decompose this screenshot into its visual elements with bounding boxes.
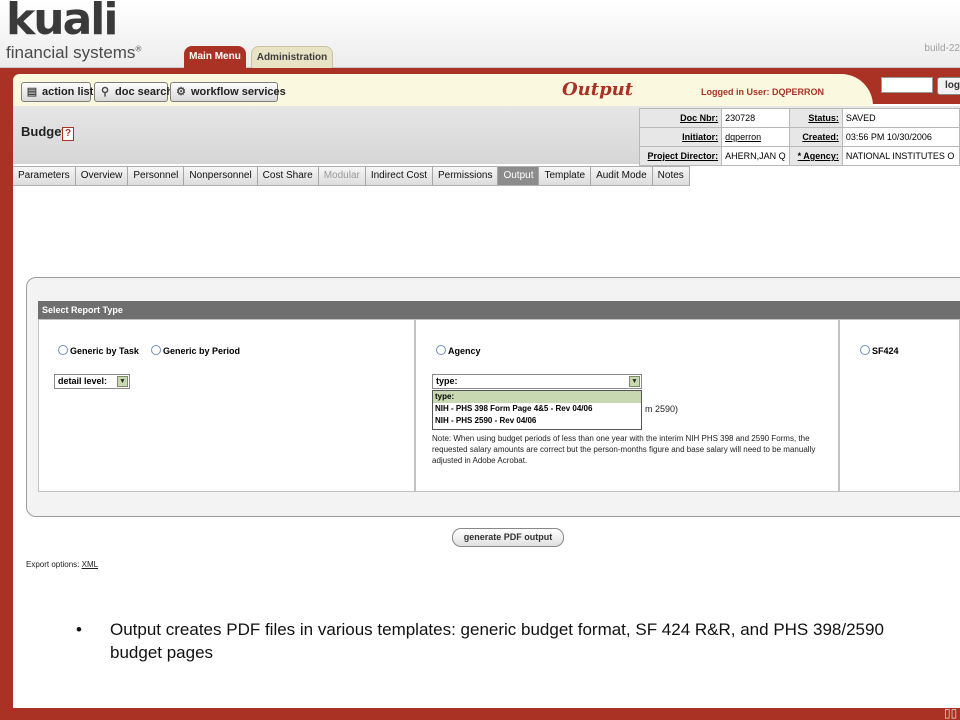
tab-parameters[interactable]: Parameters	[13, 167, 76, 185]
tab-modular: Modular	[318, 167, 366, 185]
tab-cost-share[interactable]: Cost Share	[257, 167, 319, 185]
type-select[interactable]: type: ▼	[432, 374, 642, 389]
doc-search-button[interactable]: ⚲ doc search	[94, 82, 173, 102]
doc-nbr-value: 230728	[721, 108, 790, 128]
sf424-radio-label: SF424	[872, 346, 899, 356]
status-value: SAVED	[841, 108, 960, 128]
build-label: build-22	[924, 43, 960, 54]
action-list-button[interactable]: ▤ action list	[21, 82, 94, 102]
chevron-down-icon: ▼	[629, 376, 640, 387]
doc-search-label: doc search	[115, 86, 174, 98]
brand-bar: kuali financial systems® build-22 Main M…	[0, 0, 960, 68]
tab-nonpersonnel[interactable]: Nonpersonnel	[184, 167, 258, 185]
initiator-value[interactable]: dqperron	[721, 127, 790, 147]
corner-mark: ▯▯	[944, 706, 958, 720]
bullet-icon: •	[76, 620, 82, 639]
radio-circle-icon	[151, 345, 161, 355]
agency-label: * Agency:	[788, 146, 843, 166]
tab-audit-mode[interactable]: Audit Mode	[591, 167, 653, 185]
tab-main-menu[interactable]: Main Menu	[184, 46, 246, 68]
login-input[interactable]	[881, 77, 933, 93]
detail-level-select[interactable]: detail level: ▼	[54, 374, 130, 389]
logged-in-user: Logged in User: DQPERRON	[701, 87, 825, 97]
chevron-down-icon: ▼	[117, 376, 128, 387]
obscured-form-text: m 2590)	[645, 404, 679, 414]
status-label: Status:	[788, 108, 843, 128]
page-title: Output	[562, 79, 634, 100]
login-button[interactable]: logi	[937, 77, 960, 95]
sf424-column	[839, 319, 960, 492]
sf424-radio[interactable]: SF424	[860, 345, 899, 356]
radio-circle-icon	[436, 345, 446, 355]
action-list-label: action list	[42, 86, 94, 98]
workflow-services-button[interactable]: ⚙ workflow services	[170, 82, 286, 102]
generate-pdf-button[interactable]: generate PDF output	[452, 528, 564, 547]
logo-subtitle: financial systems®	[6, 43, 142, 62]
agency-radio-label: Agency	[448, 346, 481, 356]
tab-indirect-cost[interactable]: Indirect Cost	[365, 167, 433, 185]
tab-notes[interactable]: Notes	[652, 167, 690, 185]
gear-icon: ⚙	[176, 86, 186, 98]
type-dropdown-list: type: NIH - PHS 398 Form Page 4&5 - Rev …	[432, 390, 642, 430]
tab-template[interactable]: Template	[539, 167, 592, 185]
type-option[interactable]: NIH - PHS 398 Form Page 4&5 - Rev 04/06	[433, 403, 641, 415]
agency-value: NATIONAL INSTITUTES O	[841, 146, 960, 166]
caption-text: Output creates PDF files in various temp…	[110, 620, 884, 662]
project-director-value: AHERN,JAN Q	[721, 146, 790, 166]
help-icon[interactable]: ?	[62, 127, 74, 141]
left-frame-border	[0, 104, 13, 720]
document-info-table: Doc Nbr: 230728 Status: SAVED Initiator:…	[638, 108, 960, 166]
radio-circle-icon	[58, 345, 68, 355]
export-options-label: Export options:	[26, 560, 80, 569]
workflow-services-label: workflow services	[191, 86, 286, 98]
project-director-label: Project Director:	[638, 146, 723, 166]
type-select-value: type:	[436, 376, 458, 386]
detail-level-value: detail level:	[58, 376, 108, 386]
export-xml-link[interactable]: XML	[82, 560, 98, 569]
tab-administration[interactable]: Administration	[251, 46, 333, 68]
type-option[interactable]: type:	[433, 391, 641, 403]
radio-circle-icon	[860, 345, 870, 355]
tab-permissions[interactable]: Permissions	[432, 167, 499, 185]
created-value: 03:56 PM 10/30/2006	[841, 127, 960, 147]
initiator-label: Initiator:	[638, 127, 723, 147]
created-label: Created:	[788, 127, 843, 147]
generic-by-period-radio[interactable]: Generic by Period	[151, 345, 240, 356]
tab-overview[interactable]: Overview	[75, 167, 129, 185]
caption: • Output creates PDF files in various te…	[76, 618, 936, 664]
kuali-logo: kuali	[6, 0, 118, 45]
agency-note: Note: When using budget periods of less …	[432, 434, 816, 465]
generic-by-task-label: Generic by Task	[70, 346, 139, 356]
generic-by-task-radio[interactable]: Generic by Task	[58, 345, 139, 356]
magnifier-icon: ⚲	[100, 86, 110, 98]
panel-header: Select Report Type	[38, 301, 960, 319]
budget-subtabs: Parameters Overview Personnel Nonpersonn…	[13, 166, 690, 186]
agency-radio[interactable]: Agency	[436, 345, 481, 356]
tab-personnel[interactable]: Personnel	[128, 167, 185, 185]
doc-nbr-label: Doc Nbr:	[638, 108, 723, 128]
document-title: Budget	[21, 124, 66, 139]
bottom-frame-border	[0, 708, 960, 720]
tab-output[interactable]: Output	[498, 167, 540, 185]
generic-by-period-label: Generic by Period	[163, 346, 241, 356]
export-options: Export options: XML	[26, 560, 98, 569]
list-icon: ▤	[26, 86, 38, 98]
type-option[interactable]: NIH - PHS 2590 - Rev 04/06	[433, 415, 641, 427]
